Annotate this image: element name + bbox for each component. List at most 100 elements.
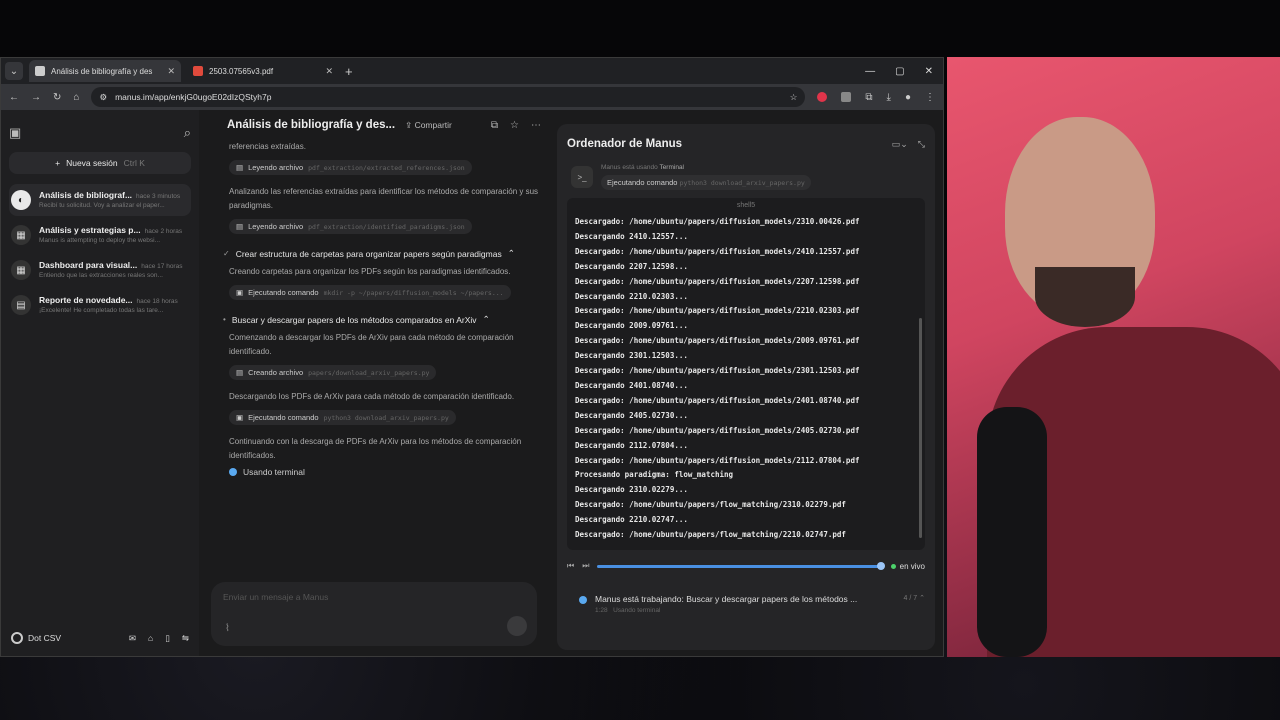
org-switcher[interactable]: Dot CSV bbox=[11, 632, 61, 644]
plan-step[interactable]: ✓ Crear estructura de carpetas para organ… bbox=[223, 248, 541, 259]
chevron-up-icon: ⌃ bbox=[482, 314, 490, 324]
pdf-favicon-icon bbox=[193, 66, 203, 76]
skip-forward-icon[interactable]: ⏭ bbox=[582, 561, 589, 571]
tab-search-icon[interactable]: ⌄ bbox=[5, 62, 23, 80]
tab-title: 2503.07565v3.pdf bbox=[209, 66, 274, 76]
sidebar-toggle-icon[interactable]: ▣ bbox=[9, 125, 21, 141]
minimize-icon[interactable]: — bbox=[865, 66, 875, 77]
profile-icon[interactable]: ● bbox=[905, 92, 911, 103]
spinner-icon bbox=[229, 468, 237, 476]
view-toggle-icon[interactable]: ▭⌄ bbox=[892, 139, 908, 150]
tab-pdf[interactable]: 2503.07565v3.pdf ✕ bbox=[187, 60, 339, 82]
microphone-icon bbox=[977, 407, 1047, 657]
forward-icon[interactable]: → bbox=[31, 92, 41, 103]
replay-slider[interactable] bbox=[597, 561, 885, 570]
progress-time: 1:28 bbox=[595, 607, 608, 614]
terminal-line: Descargando 2210.02747... bbox=[575, 515, 688, 525]
book-icon[interactable]: ▯ bbox=[165, 633, 170, 644]
menu-dots-icon[interactable]: ⋮ bbox=[925, 92, 935, 103]
terminal-line: Descargando 2301.12503... bbox=[575, 351, 688, 361]
new-session-label: Nueva sesión bbox=[66, 158, 118, 168]
dot-csv-logo-icon bbox=[11, 632, 23, 644]
session-item[interactable]: ◐ Análisis de bibliograf... hace 3 minuto… bbox=[9, 184, 191, 216]
extensions-puzzle-icon[interactable]: ⧉ bbox=[865, 92, 872, 103]
webcam-overlay bbox=[947, 57, 1280, 657]
session-grid-icon: ▦ bbox=[11, 260, 31, 280]
more-icon[interactable]: ⋯ bbox=[531, 120, 541, 131]
using-command: Ejecutando comando python3 download_arxi… bbox=[601, 175, 811, 190]
extension-gray-icon[interactable] bbox=[841, 92, 852, 102]
terminal-output: Descargado: /home/ubuntu/papers/diffusio… bbox=[575, 215, 917, 543]
message-input[interactable]: Enviar un mensaje a Manus ⌇ bbox=[211, 582, 537, 646]
share-button[interactable]: ⇪ Compartir bbox=[405, 120, 452, 131]
tool-usage: >_ Manus está usando Terminal Ejecutando… bbox=[571, 164, 925, 190]
terminal-line: Descargando 2112.07804... bbox=[575, 440, 688, 450]
tab-manus[interactable]: Análisis de bibliografía y des ✕ bbox=[29, 60, 181, 82]
tool-action[interactable]: ▤ Leyendo archivo pdf_extraction/identifie… bbox=[229, 219, 472, 234]
session-item[interactable]: ▤ Reporte de novedade... hace 18 horas ¡E… bbox=[9, 289, 191, 321]
session-item[interactable]: ▦ Dashboard para visual... hace 17 horas … bbox=[9, 254, 191, 286]
action-label: Creando archivo bbox=[248, 368, 304, 377]
tab-bar: ⌄ Análisis de bibliografía y des ✕ 2503.… bbox=[1, 58, 943, 84]
address-bar: ← → ↻ ⌂ ⚙ manus.im/app/enkjG0ugoE02dIzQS… bbox=[1, 84, 943, 110]
plus-icon: + bbox=[55, 158, 61, 168]
live-label: en vivo bbox=[899, 561, 925, 571]
site-info-icon[interactable]: ⚙ bbox=[99, 92, 107, 103]
chevron-up-icon[interactable]: ⌃ bbox=[919, 595, 925, 602]
chat-header: Análisis de bibliografía y des... ⇪ Comp… bbox=[223, 110, 541, 140]
task-progress[interactable]: Manus está trabajando: Buscar y descarga… bbox=[567, 594, 925, 614]
plan-step[interactable]: • Buscar y descargar papers de los método… bbox=[223, 314, 541, 325]
terminal-view[interactable]: shell5 Descargado: /home/ubuntu/papers/d… bbox=[567, 198, 925, 550]
shortcut-hint: Ctrl K bbox=[123, 158, 145, 168]
tool-action[interactable]: ▤ Leyendo archivo pdf_extraction/extracted… bbox=[229, 160, 472, 175]
session-time: hace 17 horas bbox=[141, 263, 183, 270]
mail-icon[interactable]: ✉ bbox=[129, 633, 136, 644]
attach-icon[interactable]: ⌇ bbox=[225, 623, 230, 634]
favorite-star-icon[interactable]: ☆ bbox=[510, 120, 519, 131]
terminal-line: Descargado: /home/ubuntu/papers/flow_mat… bbox=[575, 500, 846, 510]
download-icon[interactable]: ⤓ bbox=[887, 92, 891, 103]
close-tab-icon[interactable]: ✕ bbox=[325, 66, 333, 77]
files-icon[interactable]: ⧉ bbox=[491, 120, 498, 131]
maximize-icon[interactable]: ▢ bbox=[895, 66, 904, 77]
terminal-line: Descargado: /home/ubuntu/papers/diffusio… bbox=[575, 336, 860, 346]
browser-window: ⌄ Análisis de bibliografía y des ✕ 2503.… bbox=[0, 57, 944, 657]
tool-action[interactable]: ▣ Ejecutando comando mkdir -p ~/papers/dif… bbox=[229, 285, 511, 300]
terminal-scrollbar[interactable] bbox=[919, 318, 922, 538]
share-label: Compartir bbox=[414, 119, 452, 130]
terminal-line: Descargando 2009.09761... bbox=[575, 321, 688, 331]
url-field[interactable]: ⚙ manus.im/app/enkjG0ugoE02dIzQStyh7p ☆ bbox=[91, 87, 806, 107]
tool-action[interactable]: ▤ Creando archivo papers/download_arxiv_pa… bbox=[229, 365, 437, 380]
back-icon[interactable]: ← bbox=[9, 92, 19, 103]
search-icon[interactable]: ⌕ bbox=[184, 125, 191, 141]
skip-back-icon[interactable]: ⏮ bbox=[567, 561, 574, 571]
slider-knob[interactable] bbox=[876, 561, 885, 570]
action-detail: papers/download_arxiv_papers.py bbox=[308, 368, 430, 377]
close-tab-icon[interactable]: ✕ bbox=[167, 66, 175, 77]
progress-spinner-icon bbox=[579, 596, 587, 604]
file-icon: ▤ bbox=[236, 163, 244, 172]
live-dot-icon bbox=[890, 563, 896, 569]
terminal-icon: >_ bbox=[571, 166, 593, 188]
bookmark-star-icon[interactable]: ☆ bbox=[790, 92, 798, 103]
close-window-icon[interactable]: ✕ bbox=[925, 66, 933, 77]
new-tab-icon[interactable]: + bbox=[345, 64, 353, 79]
home-icon[interactable]: ⌂ bbox=[73, 92, 79, 103]
session-item[interactable]: ▦ Análisis y estrategias p... hace 2 hora… bbox=[9, 219, 191, 251]
reload-icon[interactable]: ↻ bbox=[53, 92, 61, 103]
step-title: Buscar y descargar papers de los métodos… bbox=[231, 314, 477, 325]
manus-app: ▣ ⌕ + Nueva sesión Ctrl K ◐ Análisis de … bbox=[1, 110, 943, 656]
tool-action[interactable]: ▣ Ejecutando comando python3 download_arxi… bbox=[229, 410, 456, 425]
agent-status: Usando terminal bbox=[229, 467, 541, 477]
terminal-line: Descargando 2210.02303... bbox=[575, 291, 688, 301]
file-icon: ▤ bbox=[236, 222, 244, 231]
extensions-area: ⧉ ⤓ ● ⋮ bbox=[817, 92, 935, 103]
collapse-icon[interactable]: ⤡ bbox=[918, 139, 925, 150]
send-button[interactable] bbox=[507, 616, 527, 636]
live-indicator[interactable]: en vivo bbox=[890, 561, 925, 571]
settings-icon[interactable]: ⇋ bbox=[182, 633, 189, 644]
new-session-button[interactable]: + Nueva sesión Ctrl K bbox=[9, 152, 191, 174]
home-icon[interactable]: ⌂ bbox=[148, 633, 153, 643]
sidebar-footer: Dot CSV ✉ ⌂ ▯ ⇋ bbox=[11, 632, 189, 644]
extension-red-icon[interactable] bbox=[817, 92, 828, 102]
